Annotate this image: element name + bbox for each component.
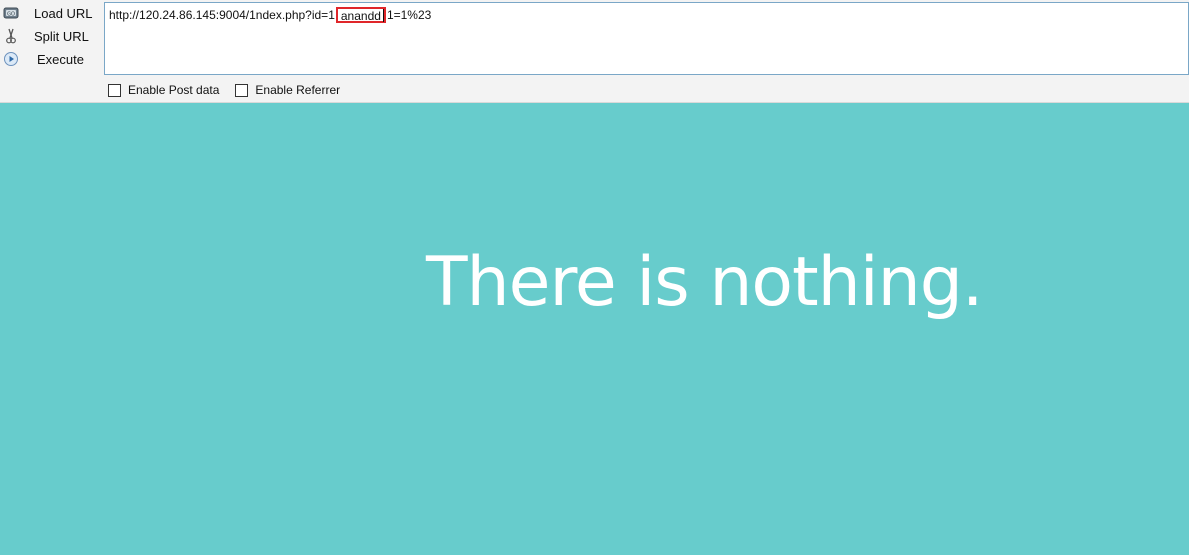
hackbar-options: Enable Post data Enable Referrer xyxy=(108,83,356,97)
execute-button[interactable]: Execute xyxy=(0,48,100,71)
split-url-button[interactable]: Split URL xyxy=(0,25,100,48)
url-after-highlight: d xyxy=(374,9,381,23)
enable-post-data-label: Enable Post data xyxy=(128,83,220,97)
enable-referrer-checkbox[interactable] xyxy=(235,83,249,97)
url-highlighted-text: anand xyxy=(340,9,375,23)
url-prefix: http://120.24.86.145:9004/1ndex.php?id=1 xyxy=(109,8,335,22)
play-circle-icon xyxy=(3,51,19,67)
hackbar-toolbar: GO Load URL Split URL Execute http://120… xyxy=(0,0,1189,103)
load-url-label: Load URL xyxy=(34,6,93,21)
url-highlight-box: anandd xyxy=(335,7,386,23)
url-text: http://120.24.86.145:9004/1ndex.php?id=1… xyxy=(109,7,431,23)
enable-post-data-option[interactable]: Enable Post data xyxy=(108,83,219,97)
svg-text:GO: GO xyxy=(7,12,15,18)
url-suffix: 1=1%23 xyxy=(386,8,432,22)
page-content: There is nothing. xyxy=(0,103,1189,555)
load-url-button[interactable]: GO Load URL xyxy=(0,2,100,25)
text-caret xyxy=(382,8,384,22)
enable-post-data-checkbox[interactable] xyxy=(108,83,121,97)
split-url-label: Split URL xyxy=(34,29,89,44)
enable-referrer-option[interactable]: Enable Referrer xyxy=(235,83,340,97)
scissors-icon xyxy=(3,28,19,44)
enable-referrer-label: Enable Referrer xyxy=(255,83,341,97)
hackbar-actions: GO Load URL Split URL Execute xyxy=(0,2,100,71)
page-message: There is nothing. xyxy=(426,243,984,322)
load-url-icon: GO xyxy=(3,5,19,21)
url-textarea[interactable]: http://120.24.86.145:9004/1ndex.php?id=1… xyxy=(104,2,1189,75)
execute-label: Execute xyxy=(37,52,84,67)
